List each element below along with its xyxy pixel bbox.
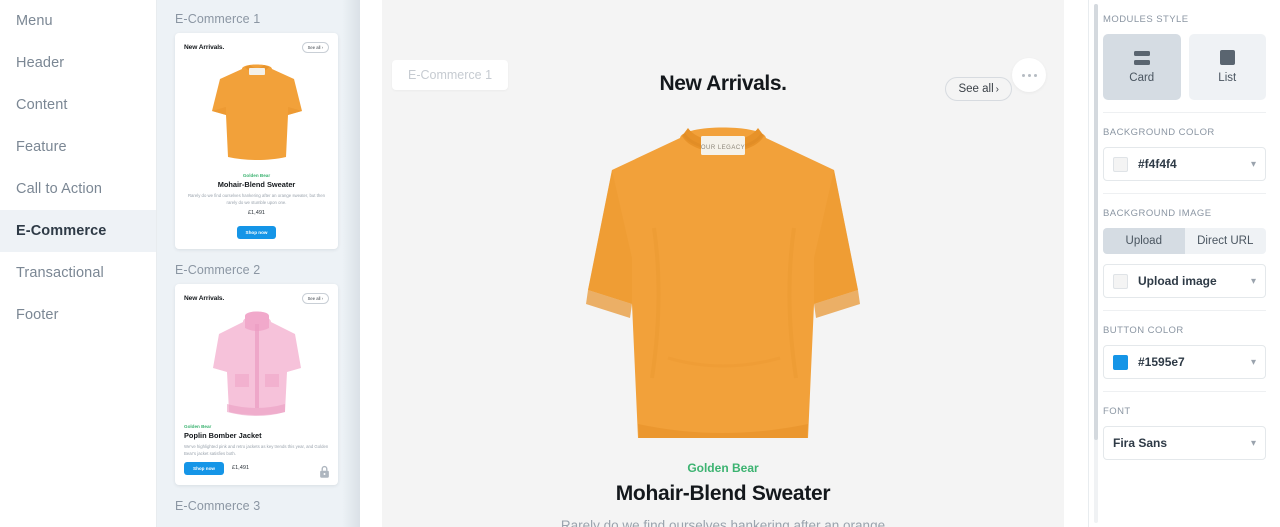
thumb-product-description: Rarely do we find ourselves hankering af… — [187, 193, 326, 205]
app-root: Menu Header Content Feature Call to Acti… — [0, 0, 1280, 527]
section-font: FONT Fira Sans ▾ — [1103, 392, 1266, 472]
thumbnail-card-e-commerce-1[interactable]: New Arrivals. See all › Golden Bear Moha… — [175, 33, 338, 250]
chevron-down-icon: ▾ — [1250, 356, 1256, 368]
font-select[interactable]: Fira Sans ▾ — [1103, 426, 1266, 460]
thumbnail-label: E-Commerce 2 — [175, 263, 261, 278]
thumb-cta-wrap: Shop now — [184, 221, 329, 240]
section-background-image: BACKGROUND IMAGE Upload Direct URL Uploa… — [1103, 194, 1266, 311]
preview-see-all-button[interactable]: See all › — [945, 77, 1012, 101]
module-thumbnail-list[interactable]: E-Commerce 1 New Arrivals. See all › Gol — [157, 0, 360, 527]
thumb-see-all-button[interactable]: See all › — [301, 42, 329, 53]
sidebar-item-label: E-Commerce — [16, 223, 107, 239]
background-image-source-tabs: Upload Direct URL — [1103, 228, 1266, 254]
option-label: List — [1218, 72, 1237, 84]
background-color-label: BACKGROUND COLOR — [1103, 127, 1215, 138]
font-value: Fira Sans — [1113, 436, 1168, 450]
sidebar-item-header[interactable]: Header — [0, 42, 156, 84]
thumb-card-title: New Arrivals. — [184, 44, 225, 51]
thumb-card-header: New Arrivals. See all › — [184, 42, 329, 53]
svg-text:OUR LEGACY: OUR LEGACY — [701, 145, 745, 151]
sidebar-item-label: Footer — [16, 307, 59, 323]
sidebar-item-call-to-action[interactable]: Call to Action — [0, 168, 156, 210]
background-image-select[interactable]: Upload image ▾ — [1103, 264, 1266, 298]
preview-canvas: E-Commerce 1 New Arrivals. See all › OUR… — [360, 0, 1088, 527]
preview-product-brand: Golden Bear — [687, 461, 759, 475]
thumb-product-price: £1,491 — [231, 465, 250, 472]
thumbnail-label: E-Commerce 3 — [175, 498, 261, 513]
thumb-see-all-button[interactable]: See all › — [301, 293, 329, 305]
preview-product-description: Rarely do we find ourselves hankering af… — [560, 518, 886, 527]
sidebar-item-transactional[interactable]: Transactional — [0, 252, 156, 294]
button-color-value: #1595e7 — [1138, 355, 1185, 369]
preview-module[interactable]: E-Commerce 1 New Arrivals. See all › OUR… — [382, 0, 1064, 527]
background-color-swatch — [1113, 156, 1128, 172]
thumbnail-label: E-Commerce 1 — [175, 12, 261, 26]
sidebar-item-feature[interactable]: Feature — [0, 126, 156, 168]
sidebar-item-content[interactable]: Content — [0, 84, 156, 126]
thumb-card-header: New Arrivals. See all › — [184, 293, 329, 305]
thumb-product-brand: Golden Bear — [242, 173, 271, 178]
sidebar-item-label: Call to Action — [16, 181, 103, 197]
chevron-right-icon: › — [995, 84, 999, 95]
thumb-card-title: New Arrivals. — [184, 295, 225, 303]
thumb-product-brand: Golden Bear — [184, 424, 212, 430]
thumb-shop-now-button[interactable]: Shop now — [236, 226, 277, 240]
list-icon — [1219, 50, 1235, 65]
option-label: Card — [1129, 71, 1155, 84]
thumb-product-name: Mohair-Blend Sweater — [217, 180, 296, 189]
section-modules-style: MODULES STYLE Card List — [1103, 0, 1266, 113]
preview-left-gutter — [360, 0, 382, 527]
button-color-label: BUTTON COLOR — [1103, 325, 1184, 336]
background-image-thumbnail — [1113, 273, 1128, 289]
tab-direct-url[interactable]: Direct URL — [1184, 228, 1266, 254]
font-label: FONT — [1103, 406, 1131, 417]
chevron-down-icon: ▾ — [1250, 437, 1256, 449]
preview-right-gutter — [1064, 0, 1088, 527]
sidebar-item-label: Menu — [16, 13, 53, 29]
sidebar-item-label: Transactional — [16, 265, 104, 281]
thumb-cta-row: Shop now £1,491 — [184, 461, 329, 475]
thumb-product-image — [184, 57, 329, 169]
thumb-product-price: £1,491 — [247, 210, 266, 217]
section-button-color: BUTTON COLOR #1595e7 ▾ — [1103, 311, 1266, 392]
button-color-select[interactable]: #1595e7 ▾ — [1103, 345, 1266, 379]
sidebar-item-label: Feature — [16, 139, 67, 155]
background-image-label: BACKGROUND IMAGE — [1103, 208, 1212, 219]
sidebar-item-label: Header — [16, 55, 65, 71]
thumbnail-card-e-commerce-2[interactable]: New Arrivals. See all › Golden Bear Popl… — [175, 284, 338, 485]
lock-icon — [320, 465, 329, 478]
button-color-swatch — [1113, 354, 1128, 370]
chevron-down-icon: ▾ — [1250, 158, 1256, 170]
card-icon — [1133, 50, 1150, 65]
background-image-value: Upload image — [1138, 274, 1217, 288]
background-color-select[interactable]: #f4f4f4 ▾ — [1103, 147, 1266, 181]
preview-product-name: Mohair-Blend Sweater — [615, 482, 831, 505]
tab-upload[interactable]: Upload — [1103, 228, 1185, 254]
sidebar-item-menu[interactable]: Menu — [0, 0, 156, 42]
thumb-product-description: We've highlighted pink and retro jackets… — [184, 444, 329, 456]
modules-style-option-card[interactable]: Card — [1103, 34, 1181, 100]
modules-style-label: MODULES STYLE — [1103, 14, 1189, 25]
modules-style-option-list[interactable]: List — [1188, 34, 1266, 100]
sidebar-item-footer[interactable]: Footer — [0, 294, 156, 336]
preview-product-image: OUR LEGACY — [382, 108, 1064, 448]
thumb-product-name: Poplin Bomber Jacket — [184, 431, 262, 441]
sidebar-item-label: Content — [16, 97, 68, 113]
thumb-shop-now-button[interactable]: Shop now — [184, 461, 224, 475]
sidebar-item-e-commerce[interactable]: E-Commerce — [0, 210, 156, 252]
chevron-down-icon: ▾ — [1250, 275, 1256, 287]
background-color-value: #f4f4f4 — [1138, 157, 1177, 171]
see-all-label: See all — [958, 83, 994, 95]
settings-scrollbar-thumb[interactable] — [1094, 4, 1098, 440]
settings-panel: MODULES STYLE Card List BACKGROUND COLOR… — [1088, 0, 1280, 527]
section-background-color: BACKGROUND COLOR #f4f4f4 ▾ — [1103, 113, 1266, 194]
preview-title: New Arrivals. — [659, 72, 787, 95]
sidebar: Menu Header Content Feature Call to Acti… — [0, 0, 157, 527]
preview-area: E-Commerce 1 New Arrivals. See all › OUR… — [360, 0, 1088, 527]
thumb-product-image — [184, 308, 329, 420]
modules-style-options: Card List — [1103, 34, 1266, 100]
